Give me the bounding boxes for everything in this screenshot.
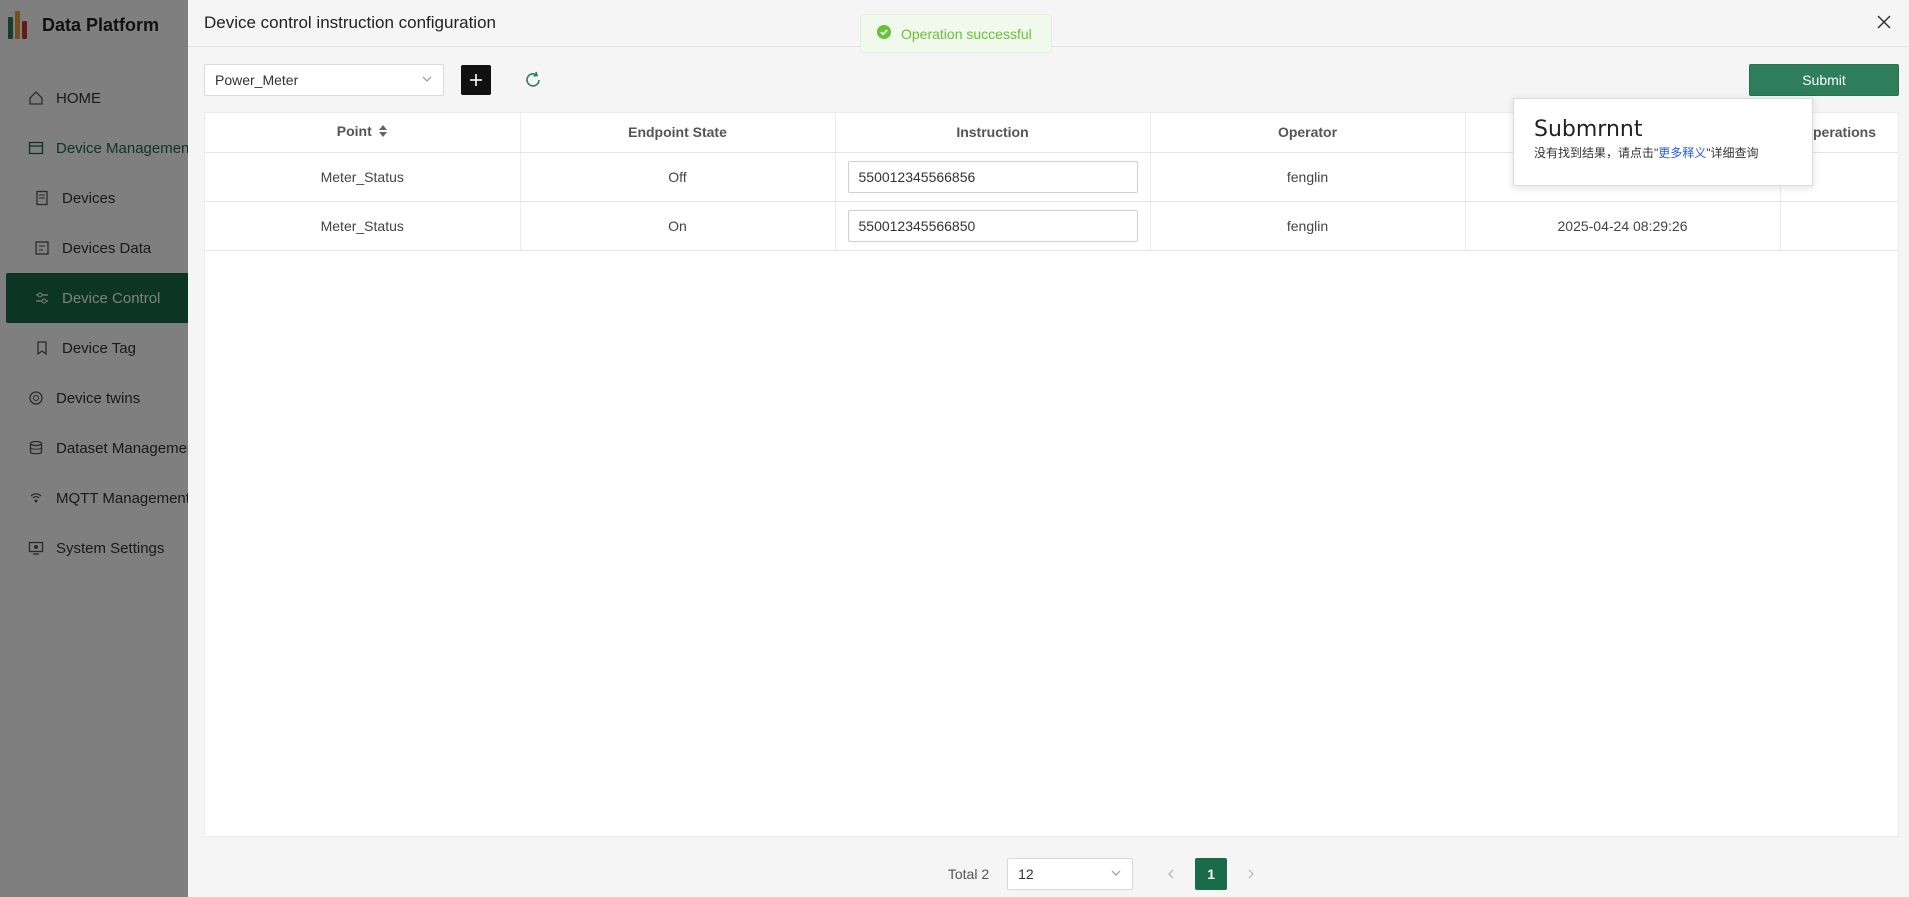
page-size-select[interactable]: 12 — [1007, 858, 1134, 890]
chevron-left-icon — [1168, 869, 1174, 879]
cell-instruction: 550012345566850 — [835, 201, 1151, 251]
popover-link[interactable]: 更多释义 — [1658, 146, 1706, 160]
cell-endpoint-state: On — [520, 201, 836, 251]
popover-body: 没有找到结果，请点击"更多释义"详细查询 — [1534, 146, 1759, 160]
instruction-table: Point Endpoint State Instruction Operato… — [204, 112, 1899, 837]
device-select-value: Power_Meter — [215, 72, 299, 88]
column-header-endpoint-state: Endpoint State — [520, 113, 836, 153]
column-header-operator: Operator — [1150, 113, 1466, 153]
refresh-icon — [526, 71, 540, 87]
chevron-down-icon — [421, 72, 433, 88]
instruction-input[interactable]: 550012345566856 — [847, 160, 1138, 193]
page-size-value: 12 — [1018, 866, 1034, 882]
cell-operations — [1780, 201, 1898, 251]
column-header-point[interactable]: Point — [205, 113, 521, 153]
page-number-current[interactable]: 1 — [1195, 858, 1228, 890]
add-button[interactable] — [461, 65, 491, 95]
check-circle-icon — [877, 25, 891, 42]
drawer-title: Device control instruction configuration — [204, 13, 496, 32]
chevron-right-icon — [1248, 869, 1255, 879]
prev-page-button[interactable] — [1157, 858, 1185, 890]
close-icon[interactable] — [1873, 11, 1895, 33]
table-row: Meter_Status On 550012345566850 fenglin … — [205, 201, 1898, 251]
next-page-button[interactable] — [1237, 858, 1265, 890]
cell-instruction: 550012345566856 — [835, 152, 1151, 202]
popover-title: Submrnnt — [1534, 117, 1643, 142]
chevron-down-icon — [1110, 866, 1122, 882]
cell-point: Meter_Status — [205, 152, 521, 202]
sort-icon[interactable] — [378, 124, 388, 141]
cell-operator: fenglin — [1150, 152, 1466, 202]
cell-endpoint-state: Off — [520, 152, 836, 202]
translation-popover: Submrnnt 没有找到结果，请点击"更多释义"详细查询 — [1513, 98, 1813, 186]
cell-time: 2025-04-24 08:29:26 — [1465, 201, 1781, 251]
drawer-toolbar: Power_Meter — [204, 64, 545, 96]
refresh-button[interactable] — [521, 68, 545, 92]
cell-point: Meter_Status — [205, 201, 521, 251]
device-select[interactable]: Power_Meter — [204, 64, 444, 96]
pagination-total: Total 2 — [947, 866, 990, 882]
instruction-input[interactable]: 550012345566850 — [847, 209, 1138, 242]
column-header-instruction: Instruction — [835, 113, 1151, 153]
pagination: Total 2 12 1 — [188, 858, 1909, 890]
submit-button[interactable]: Submit — [1749, 64, 1899, 96]
cell-operator: fenglin — [1150, 201, 1466, 251]
success-toast: Operation successful — [860, 14, 1052, 53]
plus-icon — [470, 74, 482, 86]
toast-message: Operation successful — [901, 25, 1032, 42]
